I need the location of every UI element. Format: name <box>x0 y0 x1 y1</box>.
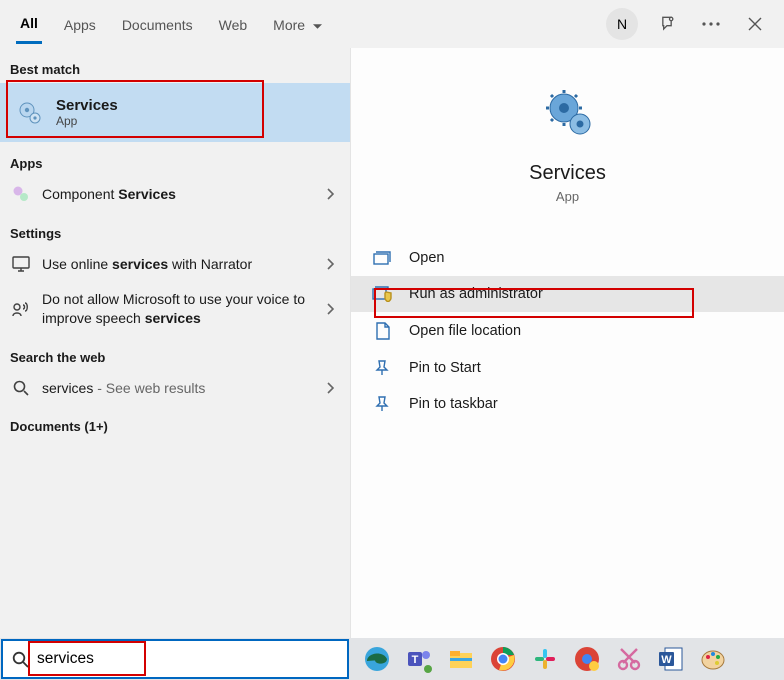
best-match-title: Services <box>56 97 118 114</box>
tab-all[interactable]: All <box>16 3 42 44</box>
paint-icon[interactable] <box>695 641 731 677</box>
more-icon[interactable] <box>696 9 726 39</box>
section-web: Search the web <box>0 336 350 371</box>
header: All Apps Documents Web More N <box>0 0 784 48</box>
action-run-as-admin[interactable]: Run as administrator <box>351 276 784 312</box>
file-location-icon <box>371 322 393 340</box>
header-actions: N <box>606 8 770 40</box>
result-label: Do not allow Microsoft to use your voice… <box>42 290 321 328</box>
word-icon[interactable]: W <box>653 641 689 677</box>
explorer-icon[interactable] <box>443 641 479 677</box>
services-large-icon <box>542 88 594 140</box>
chrome-icon[interactable] <box>485 641 521 677</box>
result-speech-services[interactable]: Do not allow Microsoft to use your voice… <box>0 282 350 336</box>
chevron-down-icon <box>313 24 322 30</box>
main: Best match Services App Apps Component S… <box>0 48 784 638</box>
search-icon <box>10 380 32 396</box>
pin-icon <box>371 396 393 412</box>
chevron-right-icon <box>321 188 340 200</box>
action-label: Open file location <box>409 323 521 339</box>
results-pane: Best match Services App Apps Component S… <box>0 48 350 638</box>
chevron-right-icon <box>321 382 340 394</box>
action-open[interactable]: Open <box>351 240 784 276</box>
chrome-dev-icon[interactable] <box>569 641 605 677</box>
action-pin-start[interactable]: Pin to Start <box>351 350 784 386</box>
result-narrator-services[interactable]: Use online services with Narrator <box>0 247 350 282</box>
slack-icon[interactable] <box>527 641 563 677</box>
best-match-subtitle: App <box>56 114 118 128</box>
preview-actions: Open Run as administrator Open file loca… <box>351 240 784 422</box>
preview-pane: Services App Open Run as administrator O… <box>350 48 784 638</box>
result-web-search[interactable]: services - See web results <box>0 371 350 406</box>
user-avatar[interactable]: N <box>606 8 638 40</box>
action-pin-taskbar[interactable]: Pin to taskbar <box>351 386 784 422</box>
chevron-right-icon <box>321 258 340 270</box>
best-match-result[interactable]: Services App <box>0 83 350 142</box>
speech-icon <box>10 301 32 317</box>
preview-title: Services <box>529 162 606 185</box>
component-services-icon <box>10 185 32 203</box>
svg-text:T: T <box>412 654 419 666</box>
monitor-icon <box>10 256 32 272</box>
edge-icon[interactable] <box>359 641 395 677</box>
open-icon <box>371 251 393 265</box>
feedback-icon[interactable] <box>652 9 682 39</box>
snip-icon[interactable] <box>611 641 647 677</box>
result-label: Use online services with Narrator <box>42 255 321 274</box>
tab-more[interactable]: More <box>269 5 326 43</box>
search-input[interactable] <box>37 641 347 677</box>
taskbar-search[interactable] <box>1 639 349 679</box>
admin-shield-icon <box>371 286 393 302</box>
search-icon <box>3 651 37 668</box>
taskbar-apps: T W <box>349 641 731 677</box>
section-documents: Documents (1+) <box>0 405 350 440</box>
tab-apps[interactable]: Apps <box>60 5 100 43</box>
preview-subtitle: App <box>556 189 579 204</box>
result-component-services[interactable]: Component Services <box>0 177 350 212</box>
result-label: services - See web results <box>42 379 321 398</box>
svg-text:W: W <box>661 654 672 666</box>
tab-documents[interactable]: Documents <box>118 5 197 43</box>
teams-icon[interactable]: T <box>401 641 437 677</box>
pin-icon <box>371 360 393 376</box>
section-apps: Apps <box>0 142 350 177</box>
section-settings: Settings <box>0 212 350 247</box>
close-icon[interactable] <box>740 9 770 39</box>
filter-tabs: All Apps Documents Web More <box>16 3 606 44</box>
action-label: Open <box>409 250 444 266</box>
action-label: Pin to taskbar <box>409 396 498 412</box>
taskbar: T W <box>0 638 784 680</box>
preview-header: Services App <box>351 78 784 228</box>
action-label: Pin to Start <box>409 360 481 376</box>
action-label: Run as administrator <box>409 286 543 302</box>
tab-web[interactable]: Web <box>215 5 252 43</box>
result-label: Component Services <box>42 185 321 204</box>
action-open-location[interactable]: Open file location <box>351 312 784 350</box>
chevron-right-icon <box>321 303 340 315</box>
services-app-icon <box>16 99 44 127</box>
section-best-match: Best match <box>0 48 350 83</box>
